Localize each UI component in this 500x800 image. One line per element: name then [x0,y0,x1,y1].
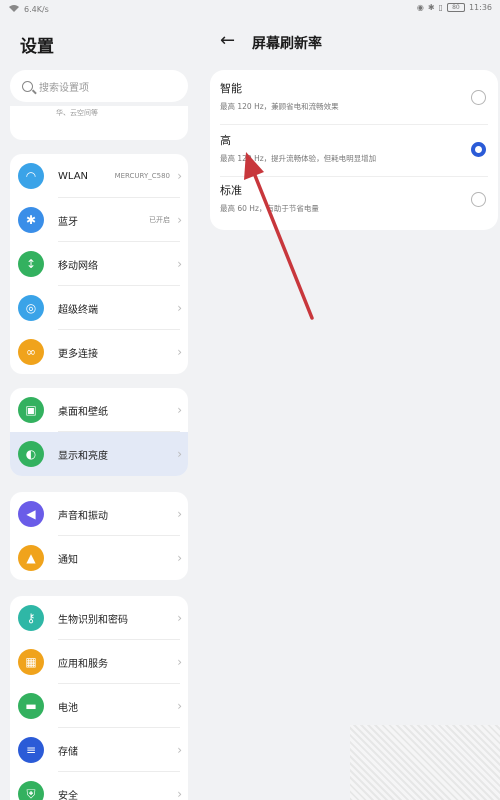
sidebar-item-label: 更多连接 [58,348,98,360]
divider [220,124,488,125]
watermark [350,725,500,800]
settings-sidebar: 设置 搜索设置项 华、云空间等 ◠ WLAN MERCURY_C580 › ✱ 蓝牙 已开启… [0,18,200,800]
sidebar-item[interactable]: ▲ 通知 › [10,536,188,580]
sidebar-item[interactable]: ◐ 显示和亮度 › [10,432,188,476]
sidebar-item[interactable]: ▣ 桌面和壁纸 › [10,388,188,432]
option-description: 最高 60 Hz，有助于节省电量 [220,204,319,213]
sidebar-item[interactable]: ⛨ 安全 › [10,772,188,800]
search-box[interactable]: 搜索设置项 [10,70,188,102]
sidebar-item-label: 蓝牙 [58,216,78,228]
option-title: 智能 [220,82,242,95]
super-device-icon: ◎ [18,295,44,321]
option-description: 最高 120 Hz，兼顾省电和流畅效果 [220,102,339,111]
signal-icon: ↕ [18,251,44,277]
chevron-right-icon: › [177,447,182,461]
account-hint: 华、云空间等 [56,109,98,117]
sidebar-item-label: 显示和亮度 [58,450,108,462]
divider [220,176,488,177]
sound-icon: ◀ [18,501,44,527]
refresh-rate-options: 智能 最高 120 Hz，兼顾省电和流畅效果 高 最高 120 Hz，提升流畅体… [210,70,498,230]
radio-smart[interactable] [471,90,486,105]
storage-icon: ≡ [18,737,44,763]
link-icon: ∞ [18,339,44,365]
radio-standard[interactable] [471,192,486,207]
chevron-right-icon: › [177,611,182,625]
sidebar-item[interactable]: ◀ 声音和振动 › [10,492,188,536]
sidebar-item[interactable]: ◎ 超级终端 › [10,286,188,330]
sidebar-item-label: 存储 [58,746,78,758]
bluetooth-icon: ✱ [18,207,44,233]
page-title: 设置 [20,37,54,57]
sidebar-item-label: 电池 [58,702,78,714]
chevron-right-icon: › [177,213,182,227]
chevron-right-icon: › [177,551,182,565]
sidebar-item-label: 安全 [58,790,78,800]
sidebar-item-label: WLAN [58,170,89,182]
sidebar-item-label: 声音和振动 [58,510,108,522]
chevron-right-icon: › [177,787,182,800]
search-input[interactable]: 搜索设置项 [39,79,89,94]
sidebar-item[interactable]: ✱ 蓝牙 已开启 › [10,198,188,242]
sidebar-item[interactable]: ▦ 应用和服务 › [10,640,188,684]
eye-icon: ◉ [416,3,424,12]
sidebar-item[interactable]: ↕ 移动网络 › [10,242,188,286]
vibrate-icon: ▯ [438,3,443,12]
status-bar: 6.4K/s ◉ ✱ ▯ 80 11:36 [0,0,500,18]
chevron-right-icon: › [177,655,182,669]
bell-icon: ▲ [18,545,44,571]
radio-high[interactable] [471,142,486,157]
sidebar-item-label: 通知 [58,554,78,566]
wallpaper-icon: ▣ [18,397,44,423]
chevron-right-icon: › [177,403,182,417]
back-arrow-icon[interactable]: ← [220,30,235,51]
chevron-right-icon: › [177,507,182,521]
search-icon [22,80,33,92]
sidebar-item-status: 已开启 [149,216,170,224]
option-smart[interactable]: 智能 最高 120 Hz，兼顾省电和流畅效果 [220,80,490,122]
sidebar-item-label: 生物识别和密码 [58,614,128,626]
display-icon: ◐ [18,441,44,467]
settings-group: ◠ WLAN MERCURY_C580 › ✱ 蓝牙 已开启 › ↕ 移动网络 › ◎ 超级终端 › ∞ 更多… [10,154,188,374]
option-title: 高 [220,134,231,147]
chevron-right-icon: › [177,257,182,271]
wifi-icon: ◠ [18,163,44,189]
settings-group: ⚷ 生物识别和密码 › ▦ 应用和服务 › ▬ 电池 › ≡ 存储 › ⛨ 安全 › [10,596,188,800]
sidebar-item-label: 应用和服务 [58,658,108,670]
chevron-right-icon: › [177,301,182,315]
sidebar-item[interactable]: ≡ 存储 › [10,728,188,772]
apps-icon: ▦ [18,649,44,675]
key-icon: ⚷ [18,605,44,631]
wifi-status-icon [8,4,20,15]
sidebar-item-label: 桌面和壁纸 [58,406,108,418]
chevron-right-icon: › [177,345,182,359]
option-title: 标准 [220,184,242,197]
network-speed: 6.4K/s [24,5,49,14]
chevron-right-icon: › [177,699,182,713]
refresh-rate-panel: ← 屏幕刷新率 智能 最高 120 Hz，兼顾省电和流畅效果 高 最高 120 … [200,18,500,800]
settings-group: ◀ 声音和振动 › ▲ 通知 › [10,492,188,580]
settings-group: ▣ 桌面和壁纸 › ◐ 显示和亮度 › [10,388,188,476]
sidebar-item-label: 移动网络 [58,260,98,272]
chevron-right-icon: › [177,743,182,757]
battery-icon: ▬ [18,693,44,719]
option-description: 最高 120 Hz，提升流畅体验，但耗电明显增加 [220,154,377,163]
bluetooth-status-icon: ✱ [427,3,435,12]
sidebar-item[interactable]: ∞ 更多连接 › [10,330,188,374]
sidebar-item[interactable]: ◠ WLAN MERCURY_C580 › [10,154,188,198]
sidebar-item-label: 超级终端 [58,304,98,316]
sidebar-item[interactable]: ▬ 电池 › [10,684,188,728]
shield-icon: ⛨ [18,781,44,800]
account-card[interactable]: 华、云空间等 [10,106,188,140]
clock: 11:36 [468,3,492,12]
chevron-right-icon: › [177,169,182,183]
battery-indicator: 80 [446,3,465,12]
sidebar-item-status: MERCURY_C580 [114,172,170,180]
panel-title: 屏幕刷新率 [252,36,322,52]
sidebar-item[interactable]: ⚷ 生物识别和密码 › [10,596,188,640]
option-standard[interactable]: 标准 最高 60 Hz，有助于节省电量 [220,182,490,224]
option-high[interactable]: 高 最高 120 Hz，提升流畅体验，但耗电明显增加 [220,132,490,174]
